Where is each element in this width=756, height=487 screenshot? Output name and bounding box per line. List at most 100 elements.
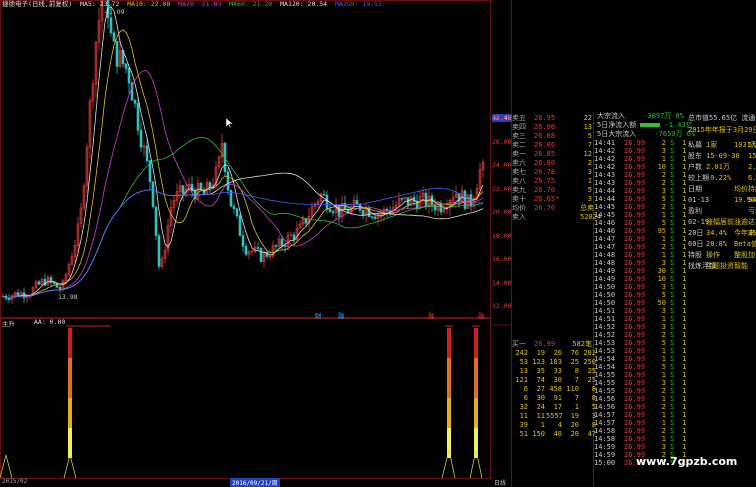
queue-volume: 20 bbox=[570, 421, 579, 429]
queue-volume: 123 bbox=[532, 358, 545, 366]
event-mark-margin[interactable]: 融 bbox=[478, 310, 485, 320]
info-cell: 34.4% bbox=[706, 229, 728, 237]
queue-volume: 40 bbox=[553, 430, 562, 438]
price-tick-label: 16.00 bbox=[492, 255, 512, 263]
info-cell: 25 bbox=[748, 229, 756, 237]
orderbook-volume: 3 bbox=[587, 168, 592, 176]
signal-bar bbox=[68, 358, 72, 398]
candle-body bbox=[256, 247, 260, 249]
info-cell: 主题投资 bbox=[706, 262, 734, 270]
orderbook-price: 26.80 bbox=[534, 159, 556, 167]
indicator-name[interactable]: 主升 bbox=[2, 318, 15, 328]
date-axis-left: 2015/02 bbox=[2, 478, 28, 485]
orderbook-level: 卖入 bbox=[512, 213, 526, 221]
queue-volume: 26 bbox=[553, 349, 562, 357]
queue-volume: 458 bbox=[549, 385, 562, 393]
info-cell: 持股 bbox=[748, 185, 756, 193]
signal-bar bbox=[474, 328, 478, 358]
info-cell: 20日 bbox=[688, 229, 704, 237]
signal-bar bbox=[474, 358, 478, 398]
candle-body bbox=[241, 235, 245, 247]
flow-label: 大宗流入 bbox=[597, 112, 625, 120]
orderbook-volume: 13 bbox=[583, 123, 592, 131]
tick-time: 15:00 bbox=[594, 459, 616, 467]
candle-body bbox=[157, 235, 161, 267]
queue-volume: 1 bbox=[574, 403, 579, 411]
info-cell: 日期 bbox=[688, 185, 702, 193]
candle-body bbox=[274, 245, 278, 247]
queue-volume: 53 bbox=[519, 358, 528, 366]
info-cell: 1家 bbox=[706, 141, 718, 149]
info-cell: 均价 bbox=[734, 185, 748, 193]
info-cell: 54 bbox=[748, 196, 756, 204]
signal-bar bbox=[474, 398, 478, 428]
report-notice[interactable]: 2015年年报于3月29日披露 bbox=[688, 125, 756, 135]
queue-volume: 103 bbox=[549, 358, 562, 366]
orderbook-volume: 22 bbox=[583, 114, 592, 122]
stock-title: 捷德电子(日线,前复权) bbox=[2, 0, 73, 8]
queue-volume: 150 bbox=[532, 430, 545, 438]
candle-body bbox=[355, 200, 359, 205]
queue-volume: 30 bbox=[536, 394, 545, 402]
orderbook-price: 26.99 bbox=[534, 340, 556, 348]
orderbook-volume: 5 bbox=[587, 132, 592, 140]
candle-body bbox=[238, 215, 242, 237]
orderbook-price: 26.90 bbox=[534, 123, 556, 131]
signal-bar bbox=[474, 428, 478, 458]
orderbook-level: 卖八 bbox=[512, 177, 526, 185]
info-cell: 私募 bbox=[688, 141, 702, 149]
candle-body bbox=[373, 216, 377, 219]
orderbook-level: 均价 bbox=[512, 204, 526, 212]
price-tick-label: 28.00 bbox=[492, 114, 512, 122]
period-label[interactable]: 日线 bbox=[494, 478, 506, 487]
event-mark-finance[interactable]: 财 bbox=[315, 310, 322, 320]
queue-volume: 74 bbox=[536, 376, 545, 384]
queue-volume: 4 bbox=[557, 421, 562, 429]
orderbook-level: 卖六 bbox=[512, 159, 526, 167]
candle-body bbox=[58, 287, 62, 290]
signal-bar bbox=[68, 398, 72, 428]
candle-body bbox=[7, 298, 11, 300]
queue-volume: 25 bbox=[570, 358, 579, 366]
queue-row: 53 123 103 25 250 bbox=[512, 358, 597, 367]
candle-body bbox=[199, 182, 203, 191]
ma120-label: MA120: 20.54 bbox=[280, 0, 328, 8]
orderbook-volume: 2 bbox=[587, 159, 592, 167]
orderbook-volume: 3 bbox=[587, 195, 592, 203]
price-tick-label: 14.00 bbox=[492, 278, 512, 287]
info-cell: 01-13 bbox=[688, 196, 710, 204]
queue-volume: 8 bbox=[574, 367, 579, 375]
queue-volume: 11 bbox=[536, 412, 545, 420]
candle-body bbox=[181, 185, 185, 194]
flow-value: -7659万 bbox=[654, 130, 683, 138]
queue-volume: 19 bbox=[570, 412, 579, 420]
candle-body bbox=[115, 40, 119, 67]
signal-bar bbox=[447, 398, 451, 428]
orderbook-level: 卖三 bbox=[512, 132, 526, 140]
queue-row: 6 30 91 7 8 bbox=[512, 394, 597, 403]
queue-volume: 30 bbox=[553, 376, 562, 384]
signal-bar bbox=[447, 358, 451, 398]
queue-volume: 110 bbox=[566, 385, 579, 393]
candle-body bbox=[400, 198, 404, 200]
orderbook-price: 26.65* bbox=[534, 195, 560, 203]
chart-header: 捷德电子(日线,前复权) MA5: 23.72 MA10: 22.08 MA20… bbox=[2, 0, 386, 9]
info-cell: 28.8% bbox=[706, 240, 728, 248]
flow-label: 5日大宗流入 bbox=[597, 130, 637, 138]
event-mark-margin[interactable]: 融 bbox=[338, 310, 345, 320]
low-annotation: 13.98 bbox=[58, 293, 78, 301]
queue-row: 242 19 26 76 202 bbox=[512, 349, 597, 358]
queue-row: 6 27 458 110 8 bbox=[512, 385, 597, 394]
queue-volume: 6 bbox=[523, 385, 528, 393]
orderbook-level: 卖一 bbox=[512, 150, 526, 158]
candle-body bbox=[136, 102, 140, 131]
orderbook-volume: 1 bbox=[587, 177, 592, 185]
price-tick-label: 22.00 bbox=[492, 184, 512, 193]
price-tick-label: 24.00 bbox=[492, 161, 512, 169]
candle-body bbox=[235, 208, 239, 217]
event-mark-margin[interactable]: 融 bbox=[428, 310, 435, 320]
indicator-frame bbox=[0, 318, 491, 479]
candle-body bbox=[145, 145, 149, 162]
queue-volume: 27 bbox=[536, 385, 545, 393]
watermark: www.7gpzb.com bbox=[636, 455, 738, 468]
